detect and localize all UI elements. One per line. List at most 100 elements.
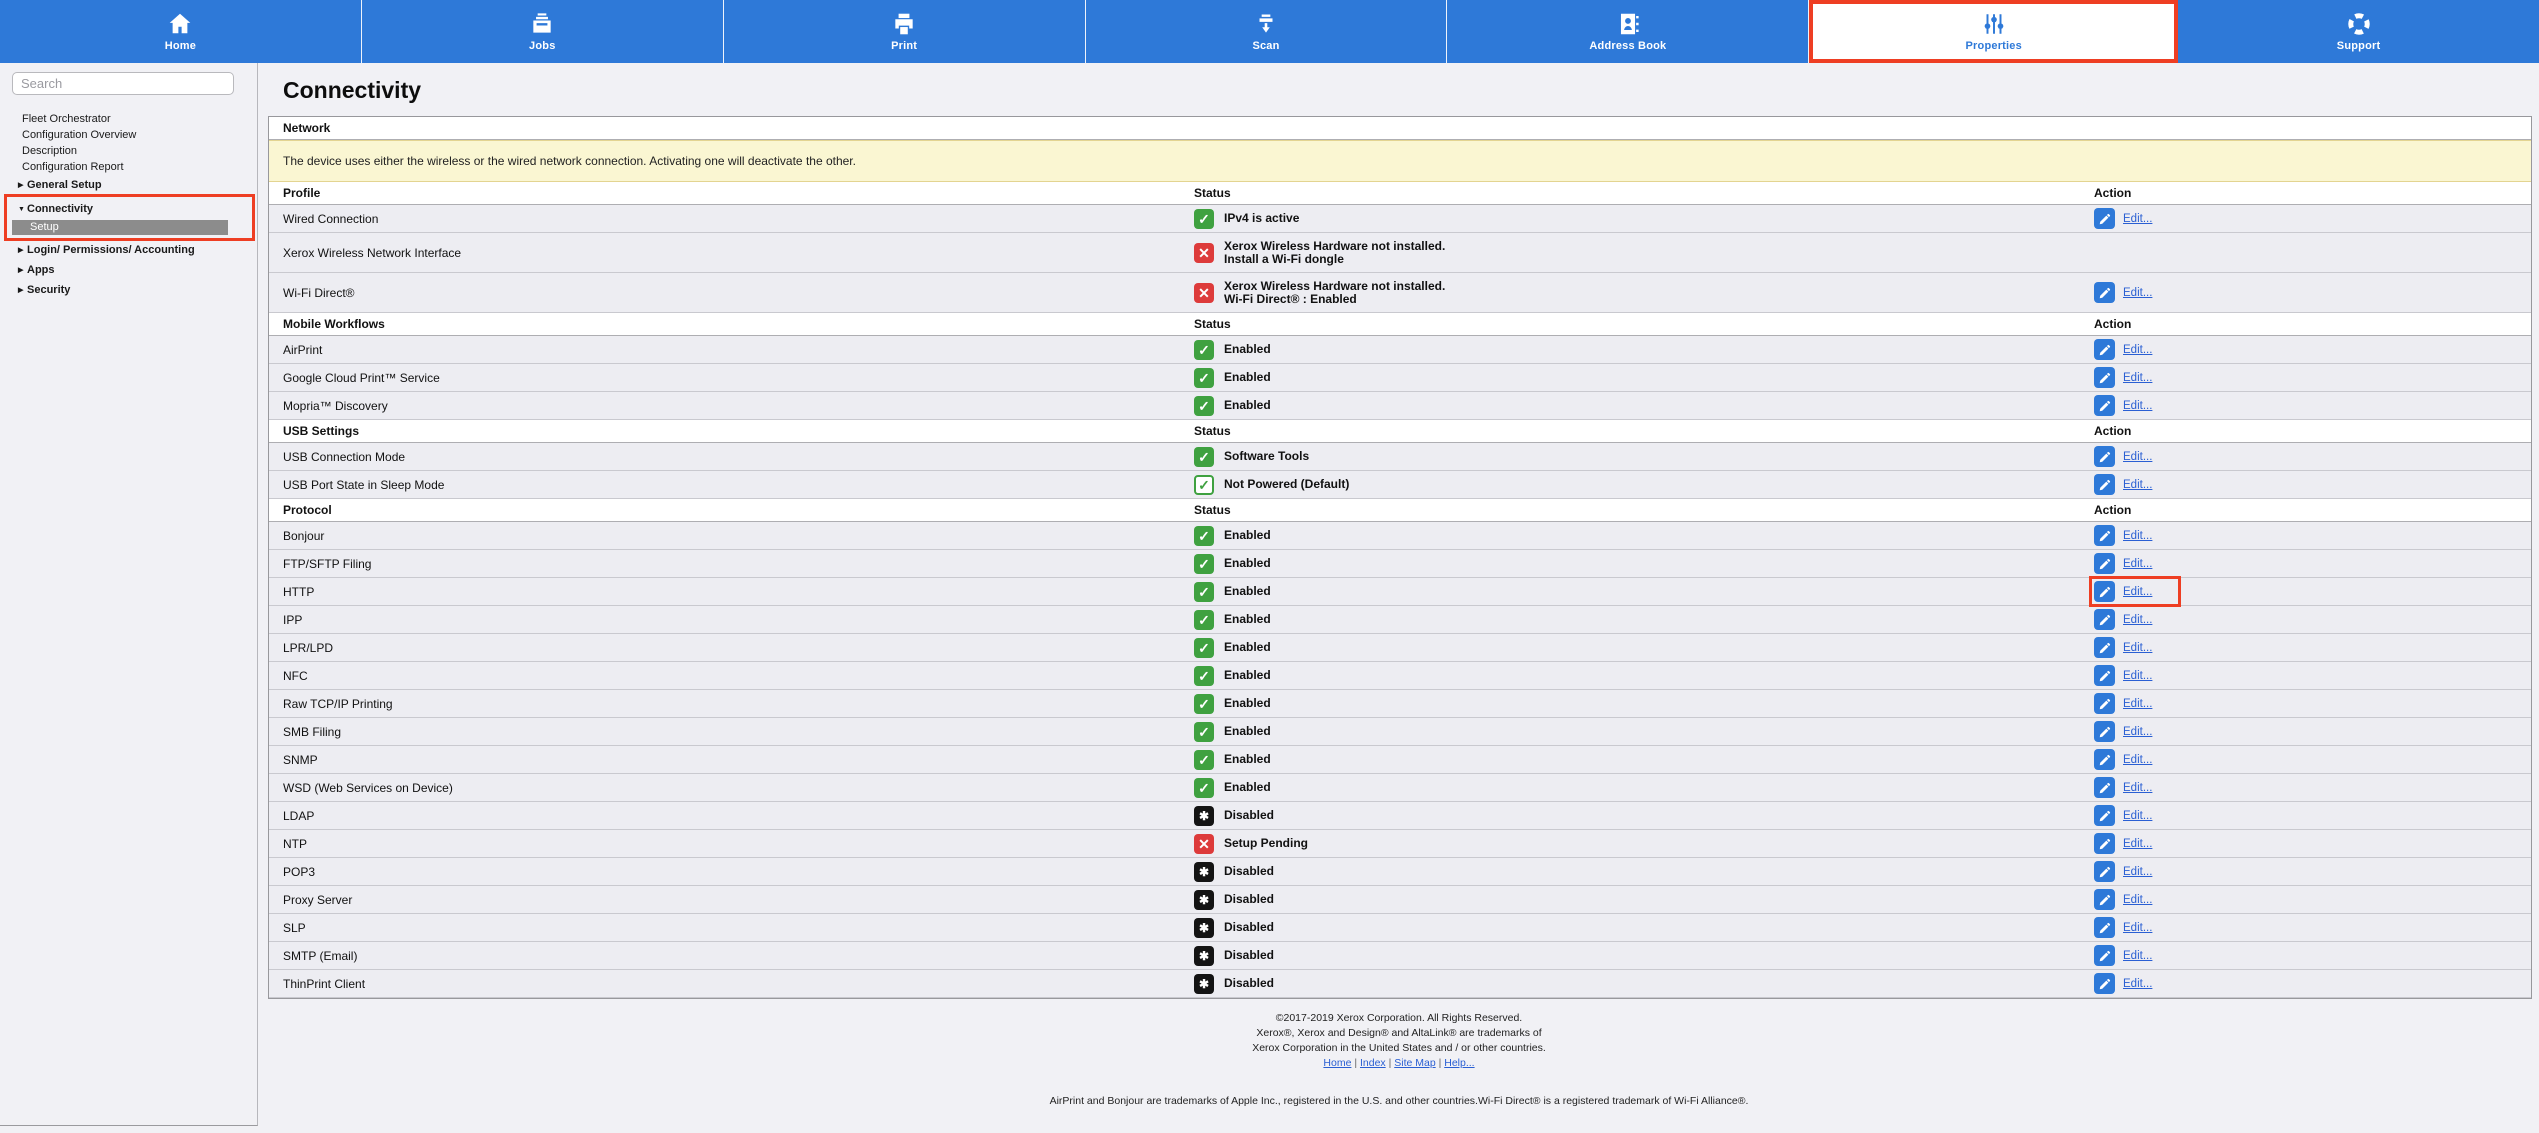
- tab-support[interactable]: Support: [2178, 0, 2539, 63]
- edit-link[interactable]: Edit...: [2123, 810, 2152, 822]
- edit-pencil-icon[interactable]: [2094, 861, 2115, 882]
- sidebar-item-general-setup[interactable]: ▶General Setup: [0, 175, 257, 195]
- edit-link[interactable]: Edit...: [2123, 530, 2152, 542]
- edit-link[interactable]: Edit...: [2123, 698, 2152, 710]
- footer-link-index[interactable]: Index: [1360, 1057, 1386, 1069]
- tab-address-book[interactable]: Address Book: [1447, 0, 1809, 63]
- edit-link[interactable]: Edit...: [2123, 400, 2152, 412]
- table-row-wi-fi-direct: Wi-Fi Direct® ✕ Xerox Wireless Hardware …: [269, 273, 2531, 313]
- sidebar-item-login-permissions-accounting[interactable]: ▶Login/ Permissions/ Accounting: [0, 240, 257, 260]
- sidebar-item-security[interactable]: ▶Security: [0, 280, 257, 300]
- action-cell: Edit...: [2094, 550, 2531, 577]
- sidebar-item-apps[interactable]: ▶Apps: [0, 260, 257, 280]
- sidebar-item-connectivity[interactable]: ▼Connectivity: [8, 199, 251, 219]
- check-icon: ✓: [1194, 526, 1214, 546]
- edit-pencil-icon[interactable]: [2094, 525, 2115, 546]
- profile-label: LPR/LPD: [269, 634, 1194, 661]
- column-header-status: [1194, 117, 2094, 139]
- tab-scan[interactable]: Scan: [1086, 0, 1448, 63]
- edit-pencil-icon[interactable]: [2094, 637, 2115, 658]
- table-row-snmp: SNMP ✓ Enabled Edit...: [269, 746, 2531, 774]
- edit-link[interactable]: Edit...: [2123, 372, 2152, 384]
- edit-link[interactable]: Edit...: [2123, 922, 2152, 934]
- edit-link[interactable]: Edit...: [2123, 614, 2152, 626]
- x-icon: ✕: [1194, 283, 1214, 303]
- edit-pencil-icon[interactable]: [2094, 581, 2115, 602]
- sidebar-item-configuration-overview[interactable]: Configuration Overview: [0, 127, 257, 143]
- edit-link[interactable]: Edit...: [2123, 642, 2152, 654]
- edit-pencil-icon[interactable]: [2094, 367, 2115, 388]
- edit-link[interactable]: Edit...: [2123, 978, 2152, 990]
- edit-pencil-icon[interactable]: [2094, 917, 2115, 938]
- edit-link[interactable]: Edit...: [2123, 344, 2152, 356]
- edit-pencil-icon[interactable]: [2094, 889, 2115, 910]
- sidebar-item-description[interactable]: Description: [0, 143, 257, 159]
- edit-pencil-icon[interactable]: [2094, 833, 2115, 854]
- edit-link[interactable]: Edit...: [2123, 287, 2152, 299]
- edit-link[interactable]: Edit...: [2123, 213, 2152, 225]
- edit-pencil-icon[interactable]: [2094, 973, 2115, 994]
- edit-pencil-icon[interactable]: [2094, 395, 2115, 416]
- main-content: Connectivity Network The device uses eit…: [259, 63, 2539, 1107]
- edit-pencil-icon[interactable]: [2094, 446, 2115, 467]
- status-text-line: Disabled: [1224, 809, 1274, 822]
- action-cell: Edit...: [2094, 830, 2531, 857]
- edit-pencil-icon[interactable]: [2094, 945, 2115, 966]
- section-title: Protocol: [269, 499, 1194, 521]
- edit-pencil-icon[interactable]: [2094, 339, 2115, 360]
- footer-link-help[interactable]: Help...: [1444, 1057, 1474, 1069]
- edit-pencil-icon[interactable]: [2094, 474, 2115, 495]
- status-cell: ✓ Enabled: [1194, 392, 2094, 419]
- sidebar-item-fleet-orchestrator[interactable]: Fleet Orchestrator: [0, 111, 257, 127]
- sidebar-item-setup[interactable]: Setup: [12, 220, 228, 235]
- table-row-mopria-discovery: Mopria™ Discovery ✓ Enabled Edit...: [269, 392, 2531, 420]
- edit-pencil-icon[interactable]: [2094, 609, 2115, 630]
- edit-link[interactable]: Edit...: [2123, 866, 2152, 878]
- search-input[interactable]: [12, 72, 234, 95]
- action-cell: Edit...: [2094, 205, 2531, 232]
- edit-link[interactable]: Edit...: [2123, 726, 2152, 738]
- column-header-status: Status: [1194, 499, 2094, 521]
- tab-print[interactable]: Print: [724, 0, 1086, 63]
- edit-pencil-icon[interactable]: [2094, 282, 2115, 303]
- footer-link-site-map[interactable]: Site Map: [1394, 1057, 1435, 1069]
- edit-link[interactable]: Edit...: [2123, 670, 2152, 682]
- action-group: Edit...: [2094, 637, 2152, 658]
- table-row-wired-connection: Wired Connection ✓ IPv4 is active Edit..…: [269, 205, 2531, 233]
- profile-label: LDAP: [269, 802, 1194, 829]
- edit-pencil-icon[interactable]: [2094, 805, 2115, 826]
- edit-link[interactable]: Edit...: [2123, 754, 2152, 766]
- tab-jobs[interactable]: Jobs: [362, 0, 724, 63]
- footer: ©2017-2019 Xerox Corporation. All Rights…: [259, 1011, 2539, 1071]
- edit-link[interactable]: Edit...: [2123, 558, 2152, 570]
- edit-pencil-icon[interactable]: [2094, 665, 2115, 686]
- edit-pencil-icon[interactable]: [2094, 749, 2115, 770]
- tab-label: Home: [165, 40, 196, 52]
- status-text: Disabled: [1224, 865, 1274, 878]
- edit-link[interactable]: Edit...: [2123, 838, 2152, 850]
- edit-pencil-icon[interactable]: [2094, 553, 2115, 574]
- tab-properties[interactable]: Properties: [1809, 0, 2178, 63]
- edit-pencil-icon[interactable]: [2094, 721, 2115, 742]
- status-cell: ✱ Disabled: [1194, 886, 2094, 913]
- edit-pencil-icon[interactable]: [2094, 777, 2115, 798]
- profile-label: FTP/SFTP Filing: [269, 550, 1194, 577]
- edit-link[interactable]: Edit...: [2123, 782, 2152, 794]
- status-text: Disabled: [1224, 921, 1274, 934]
- edit-pencil-icon[interactable]: [2094, 208, 2115, 229]
- edit-link[interactable]: Edit...: [2123, 586, 2152, 598]
- action-group: Edit...: [2094, 973, 2152, 994]
- action-group: Edit...: [2094, 749, 2152, 770]
- table-row-ntp: NTP ✕ Setup Pending Edit...: [269, 830, 2531, 858]
- edit-link[interactable]: Edit...: [2123, 950, 2152, 962]
- edit-pencil-icon[interactable]: [2094, 693, 2115, 714]
- edit-link[interactable]: Edit...: [2123, 451, 2152, 463]
- edit-link[interactable]: Edit...: [2123, 894, 2152, 906]
- tab-home[interactable]: Home: [0, 0, 362, 63]
- status-text-line: Xerox Wireless Hardware not installed.: [1224, 280, 1445, 293]
- footer-link-separator: |: [1436, 1057, 1445, 1069]
- footer-link-home[interactable]: Home: [1323, 1057, 1351, 1069]
- edit-link[interactable]: Edit...: [2123, 479, 2152, 491]
- tab-label: Jobs: [529, 40, 555, 52]
- sidebar-item-configuration-report[interactable]: Configuration Report: [0, 159, 257, 175]
